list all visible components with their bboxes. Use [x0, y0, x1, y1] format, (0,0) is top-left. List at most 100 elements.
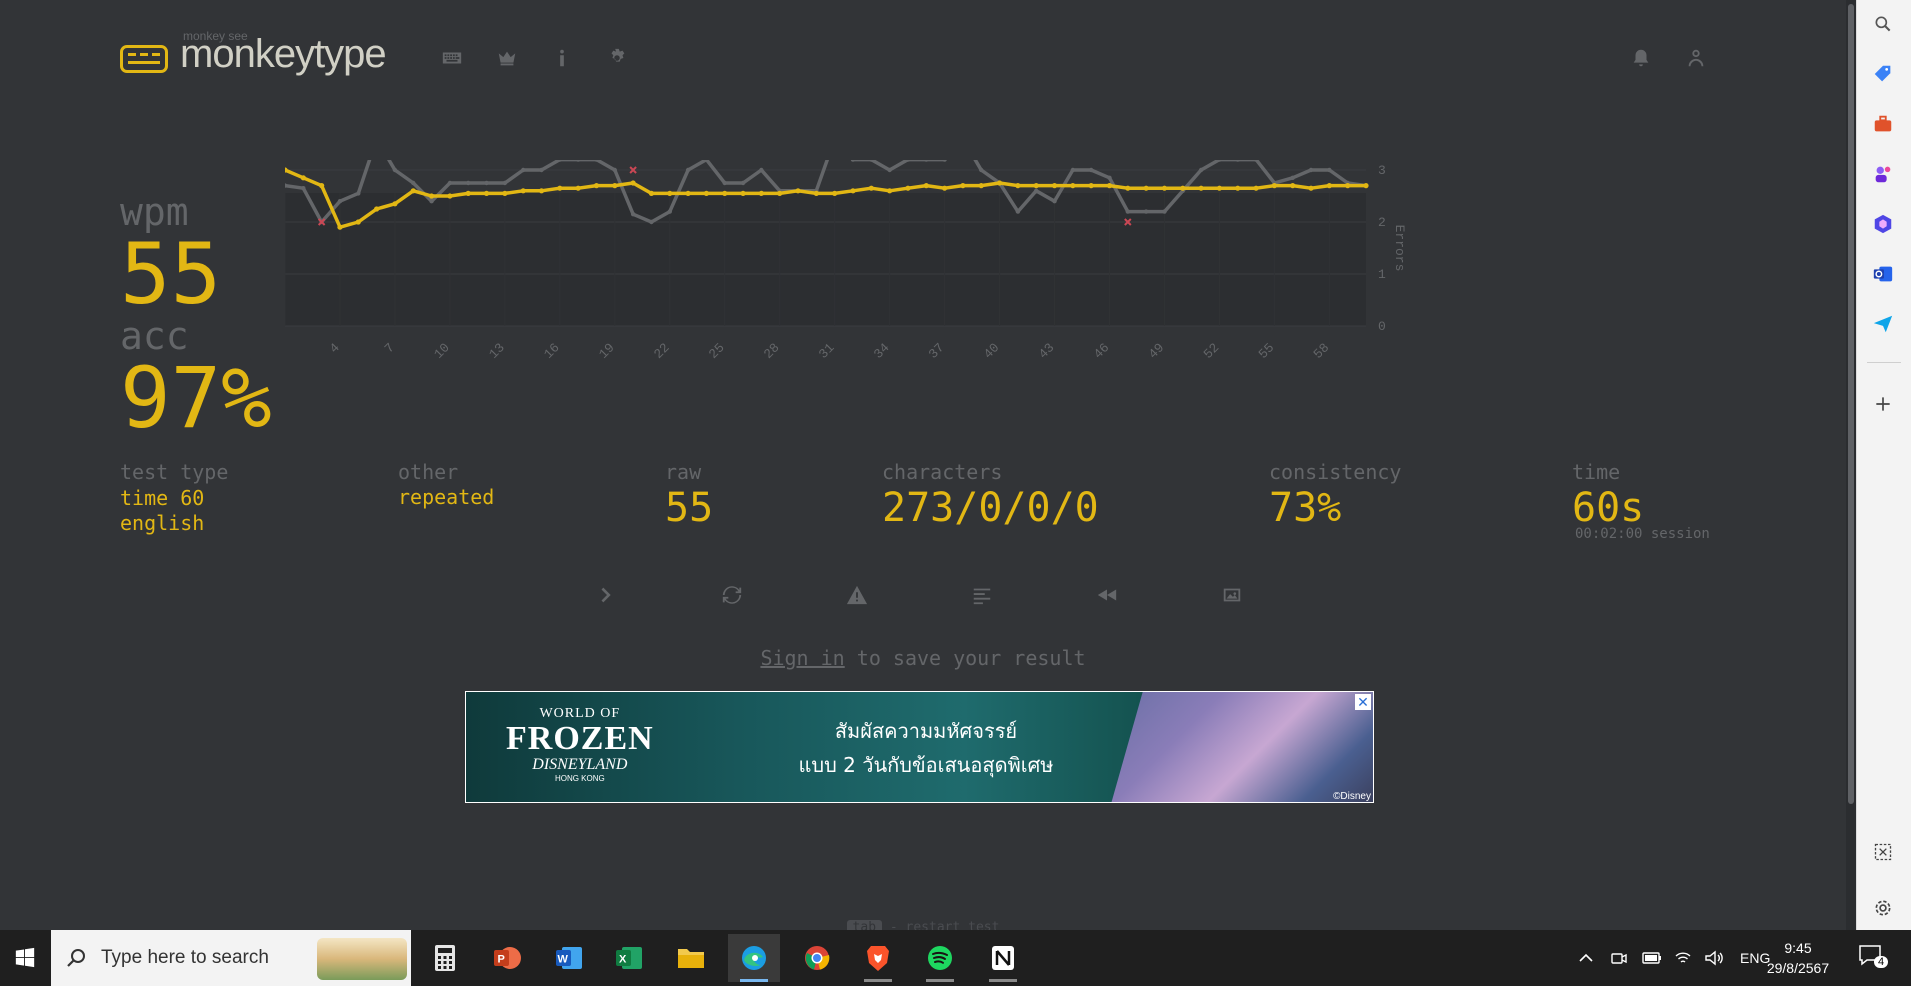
- excel-icon[interactable]: X: [603, 934, 655, 982]
- advertisement-banner[interactable]: WORLD OF FROZEN DISNEYLAND HONG KONG สัม…: [465, 691, 1374, 803]
- wpm-point: [1015, 183, 1021, 189]
- report-button[interactable]: [840, 578, 874, 612]
- calculator-icon[interactable]: [419, 934, 471, 982]
- add-icon[interactable]: [1869, 390, 1897, 418]
- raw-point: [1143, 209, 1149, 214]
- raw-point: [740, 180, 746, 186]
- y2-tick-label: 1: [1378, 267, 1386, 282]
- wpm-point: [960, 183, 966, 189]
- start-button[interactable]: [0, 930, 50, 986]
- raw-point: [630, 212, 636, 217]
- replay-button[interactable]: [1090, 578, 1124, 612]
- svg-text:X: X: [619, 954, 627, 966]
- x-tick-label: 58: [1311, 340, 1333, 362]
- raw-point: [1198, 167, 1204, 173]
- next-icon: [601, 587, 611, 603]
- wpm-point: [520, 188, 526, 194]
- ad-text: สัมผัสความมหัศจรรย์ แบบ 2 วันกับข้อเสนอส…: [726, 714, 1126, 782]
- signin-prompt: Sign in to save your result: [0, 646, 1846, 670]
- page-scrollbar[interactable]: [1846, 0, 1856, 930]
- restart-icon: [722, 586, 742, 604]
- bell-icon[interactable]: [1629, 46, 1653, 70]
- session-time: 00:02:00 session: [1575, 526, 1710, 542]
- x-tick-label: 40: [981, 340, 1003, 362]
- word-icon[interactable]: W: [543, 934, 595, 982]
- ad-line4: HONG KONG: [554, 774, 605, 783]
- chrome-icon[interactable]: [791, 934, 843, 982]
- wpm-point: [1253, 185, 1259, 191]
- sidebar-divider: [1867, 362, 1901, 363]
- wpm-point: [667, 190, 673, 196]
- ad-line2: FROZEN: [506, 720, 654, 757]
- raw-point: [301, 186, 306, 191]
- monkeytype-page: monkey see monkeytype wpm 55 acc 97% 020…: [0, 0, 1856, 935]
- wpm-point: [374, 206, 380, 212]
- spotify-icon[interactable]: [914, 934, 966, 982]
- wpm-point: [300, 175, 306, 181]
- other-label: other: [398, 460, 459, 484]
- restart-button[interactable]: [715, 578, 749, 612]
- time-value: 60s: [1572, 485, 1645, 531]
- x-tick-label: 49: [1146, 340, 1168, 362]
- notion-icon[interactable]: [977, 934, 1029, 982]
- y2-tick-label: 2: [1378, 215, 1386, 230]
- raw-point: [429, 199, 434, 204]
- save-screenshot-button[interactable]: [1215, 578, 1249, 612]
- consistency-value: 73%: [1269, 485, 1342, 531]
- sidebar-settings-icon[interactable]: [1869, 894, 1897, 922]
- gear-icon[interactable]: [605, 46, 629, 70]
- svg-text:W: W: [558, 954, 569, 966]
- wpm-point: [319, 183, 325, 189]
- x-tick-label: 16: [541, 340, 563, 362]
- raw-value: 55: [665, 485, 714, 531]
- raw-point: [1327, 167, 1332, 173]
- chart-plot-background: [285, 193, 1366, 326]
- taskbar-clock[interactable]: 9:45 29/8/2567: [1758, 938, 1838, 978]
- words-history-button[interactable]: [965, 578, 999, 612]
- send-icon[interactable]: [1869, 310, 1897, 338]
- file-explorer-icon[interactable]: [665, 934, 717, 982]
- user-icon[interactable]: [1684, 46, 1708, 70]
- wpm-point: [1125, 185, 1131, 191]
- wpm-point: [538, 188, 545, 194]
- x-tick-label: 46: [1091, 340, 1113, 362]
- sign-in-link[interactable]: Sign in: [760, 646, 844, 670]
- wpm-point: [1106, 183, 1113, 189]
- notification-center-icon[interactable]: 4: [1858, 944, 1889, 972]
- raw-point: [466, 180, 471, 186]
- powerpoint-icon[interactable]: P: [481, 934, 533, 982]
- outlook-icon[interactable]: [1869, 260, 1897, 288]
- raw-point: [1034, 188, 1039, 193]
- shopping-tag-icon[interactable]: [1869, 60, 1897, 88]
- wpm-point: [1070, 183, 1076, 189]
- scrollbar-thumb[interactable]: [1848, 4, 1854, 804]
- wpm-point: [722, 190, 728, 196]
- raw-point: [979, 167, 984, 173]
- y2-tick-label: 3: [1378, 163, 1386, 178]
- keyboard-icon[interactable]: [440, 46, 464, 70]
- monkeytype-logo-icon[interactable]: [120, 45, 168, 73]
- crown-icon[interactable]: [495, 46, 519, 70]
- x-tick-label: 31: [816, 340, 838, 362]
- info-icon[interactable]: [550, 46, 574, 70]
- search-icon[interactable]: [1869, 10, 1897, 38]
- wpm-point: [740, 190, 746, 196]
- raw-point: [722, 180, 727, 186]
- ad-close-icon[interactable]: ✕: [1355, 694, 1371, 710]
- edge-icon[interactable]: [728, 934, 780, 982]
- raw-point: [337, 199, 343, 204]
- x-tick-label: 10: [431, 340, 453, 362]
- toolbox-icon[interactable]: [1869, 110, 1897, 138]
- brave-icon[interactable]: [852, 934, 904, 982]
- raw-point: [1290, 175, 1295, 180]
- screenshot-tool-icon[interactable]: [1869, 838, 1897, 866]
- copilot-icon[interactable]: [1869, 210, 1897, 238]
- wpm-point: [941, 185, 948, 191]
- taskbar-search-box[interactable]: Type here to search: [51, 930, 411, 986]
- raw-point: [484, 180, 489, 186]
- next-test-button[interactable]: [590, 578, 624, 612]
- logo-text[interactable]: monkeytype: [180, 32, 387, 77]
- wpm-point: [575, 185, 581, 191]
- games-icon[interactable]: [1869, 160, 1897, 188]
- y2-axis-title: Errors: [1392, 225, 1407, 272]
